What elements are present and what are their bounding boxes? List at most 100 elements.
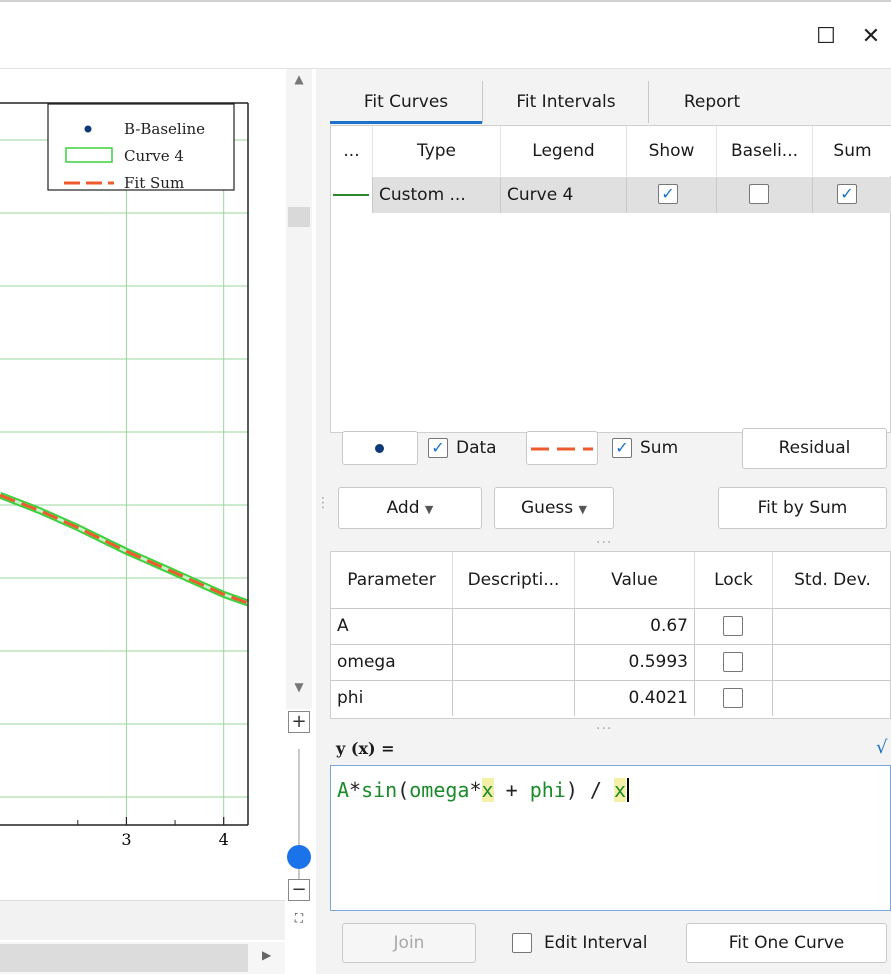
scroll-down-arrow-icon[interactable]: ▼ (286, 677, 312, 697)
zoom-slider-handle[interactable] (287, 845, 311, 869)
lock-checkbox[interactable] (723, 652, 743, 672)
column-header-show[interactable]: Show (627, 126, 717, 176)
formula-token: omega (409, 778, 470, 802)
sum-checkbox[interactable]: ✓ (837, 184, 857, 204)
tab-fit-intervals[interactable]: Fit Intervals (486, 79, 646, 125)
parameters-table[interactable]: Parameter Descripti... Value Lock Std. D… (330, 551, 891, 719)
scroll-right-arrow-icon[interactable]: ▶ (262, 948, 271, 962)
curve-legend-cell[interactable]: Curve 4 (501, 177, 627, 213)
lock-checkbox[interactable] (723, 688, 743, 708)
formula-label: y (x) = (336, 739, 395, 758)
curve-type-cell[interactable]: Custom ... (373, 177, 501, 213)
column-header-more[interactable]: ... (331, 126, 373, 176)
caret-down-icon: ▼ (578, 503, 587, 516)
add-button-label: Add (386, 498, 420, 518)
join-button[interactable]: Join (342, 923, 476, 963)
curve-color-swatch (331, 177, 373, 213)
splitter-grip-icon[interactable]: ⋮ (316, 496, 331, 510)
parameter-lock-cell (695, 645, 773, 680)
parameter-value-cell[interactable]: 0.5993 (575, 645, 695, 680)
sum-line-style-button[interactable] (526, 431, 598, 465)
maximize-icon[interactable]: ☐ (811, 22, 841, 52)
zoom-controls: + − ⛶ (286, 709, 312, 939)
column-header-legend[interactable]: Legend (501, 126, 627, 176)
column-header-description[interactable]: Descripti... (453, 552, 575, 608)
x-tick-label: 3 (121, 830, 131, 849)
fit-by-sum-button[interactable]: Fit by Sum (718, 487, 887, 529)
scrollbar-thumb[interactable] (288, 207, 310, 227)
formula-token: x (481, 778, 494, 802)
legend-marker-band (65, 147, 113, 163)
legend-label: Curve 4 (124, 147, 184, 165)
close-icon[interactable]: ✕ (856, 22, 886, 52)
table-row[interactable]: phi 0.4021 (331, 680, 891, 716)
plot-area[interactable]: B-Baseline Curve 4 Fit Sum 34 (0, 69, 285, 900)
formula-token: ) (565, 778, 578, 802)
edit-interval-checkbox[interactable] (512, 933, 532, 953)
parameter-std-dev-cell (773, 681, 891, 716)
parameter-description-cell[interactable] (453, 645, 575, 680)
zoom-out-icon[interactable]: − (288, 879, 310, 901)
plot-horizontal-scrollbar[interactable]: ▶ (0, 942, 285, 974)
tab-report[interactable]: Report (652, 79, 772, 125)
legend-marker-dot (84, 125, 92, 133)
scroll-up-arrow-icon[interactable]: ▲ (286, 69, 312, 89)
splitter-grip-icon[interactable]: ··· (596, 535, 612, 551)
plot-grid (0, 103, 248, 825)
parameter-std-dev-cell (773, 645, 891, 680)
guess-button-label: Guess (521, 498, 574, 518)
column-header-sum[interactable]: Sum (813, 126, 891, 176)
add-button[interactable]: Add ▼ (338, 487, 482, 529)
parameter-value-cell[interactable]: 0.4021 (575, 681, 695, 716)
column-header-baseline[interactable]: Baseli... (717, 126, 813, 176)
curves-table[interactable]: ... Type Legend Show Baseli... Sum Custo… (330, 125, 891, 433)
zoom-in-icon[interactable]: + (288, 711, 310, 733)
formula-token: + (493, 778, 530, 802)
parameter-lock-cell (695, 609, 773, 644)
tab-divider (648, 81, 649, 123)
guess-button[interactable]: Guess ▼ (494, 487, 614, 529)
lock-checkbox[interactable] (723, 616, 743, 636)
column-header-value[interactable]: Value (575, 552, 695, 608)
tab-divider (482, 81, 483, 123)
table-row[interactable]: omega 0.5993 (331, 644, 891, 680)
x-tick-label: 4 (219, 830, 229, 849)
data-marker-style-button[interactable] (342, 431, 418, 465)
formula-token: * (349, 778, 362, 802)
baseline-checkbox[interactable] (749, 184, 769, 204)
curve-baseline-cell (717, 177, 813, 213)
plot-status-bar (0, 900, 285, 940)
parameter-description-cell[interactable] (453, 681, 575, 716)
fit-one-curve-button[interactable]: Fit One Curve (686, 923, 887, 963)
legend[interactable]: B-Baseline Curve 4 Fit Sum (47, 103, 235, 192)
data-checkbox[interactable]: ✓ (428, 438, 448, 458)
column-header-parameter[interactable]: Parameter (331, 552, 453, 608)
caret-down-icon: ▼ (424, 503, 434, 516)
column-header-type[interactable]: Type (373, 126, 501, 176)
show-checkbox[interactable]: ✓ (658, 184, 678, 204)
formula-token: ( (397, 778, 410, 802)
fit-view-icon[interactable]: ⛶ (288, 909, 310, 931)
formula-token: / (577, 778, 614, 802)
column-header-lock[interactable]: Lock (695, 552, 773, 608)
formula-text[interactable]: A*sin(omega*x + phi) / x (337, 778, 630, 802)
parameter-name-cell: phi (331, 681, 453, 716)
tab-fit-curves[interactable]: Fit Curves (330, 79, 482, 125)
splitter-grip-icon[interactable]: ··· (596, 721, 612, 737)
parameter-value-cell[interactable]: 0.67 (575, 609, 695, 644)
plot-vertical-scrollbar[interactable]: ▲ ▼ (286, 69, 312, 709)
dashed-line-icon (531, 447, 593, 451)
column-header-std-dev[interactable]: Std. Dev. (773, 552, 891, 608)
curve-show-cell: ✓ (627, 177, 717, 213)
parameter-description-cell[interactable] (453, 609, 575, 644)
table-row[interactable]: Custom ... Curve 4 ✓ ✓ (331, 177, 891, 213)
x-axis-ticks: 34 (77, 817, 229, 849)
edit-interval-label: Edit Interval (544, 933, 648, 953)
formula-token: * (469, 778, 482, 802)
title-bar: ☐ ✕ (0, 0, 891, 68)
scrollbar-thumb[interactable] (0, 944, 248, 972)
residual-button[interactable]: Residual (742, 428, 887, 469)
table-row[interactable]: A 0.67 (331, 608, 891, 644)
formula-editor[interactable]: A*sin(omega*x + phi) / x (330, 765, 891, 911)
sum-checkbox[interactable]: ✓ (612, 438, 632, 458)
